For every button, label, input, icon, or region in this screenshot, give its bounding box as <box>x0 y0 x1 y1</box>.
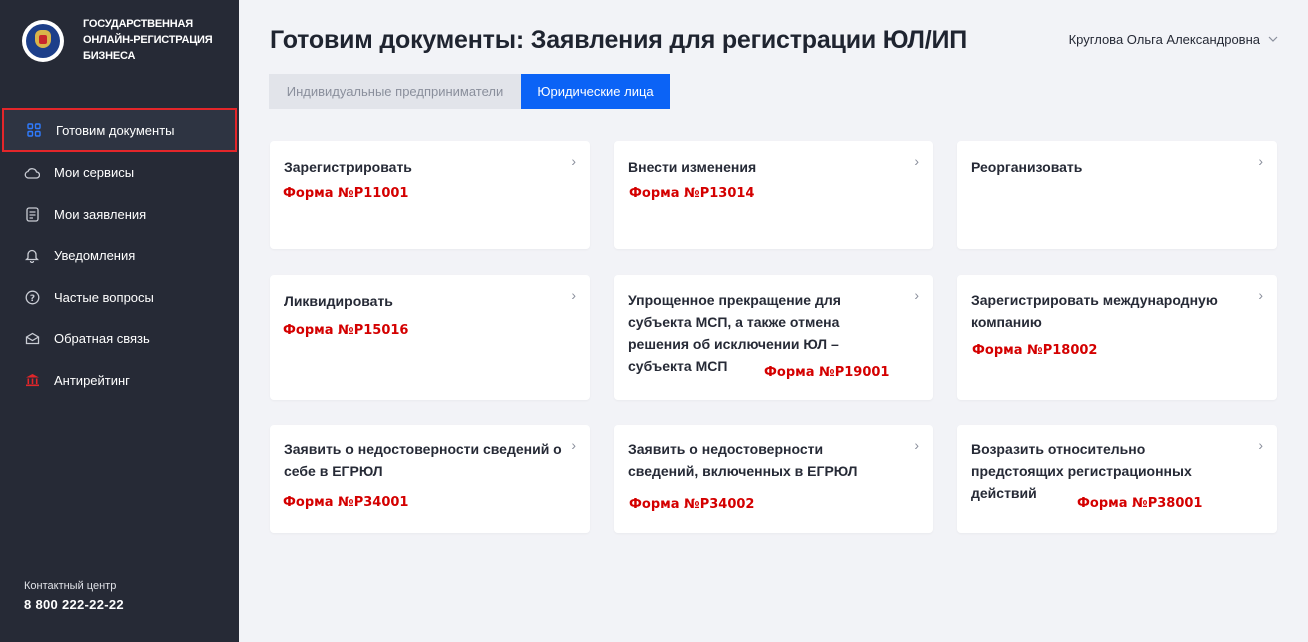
logo-text: ГОСУДАРСТВЕННАЯ ОНЛАЙН-РЕГИСТРАЦИЯ БИЗНЕ… <box>83 16 213 64</box>
card-form-number: Форма №Р38001 <box>1077 496 1203 511</box>
page-title: Готовим документы: Заявления для регистр… <box>270 26 968 54</box>
sidebar-item-label: Уведомления <box>54 248 136 264</box>
chevron-right-icon: › <box>1258 287 1263 303</box>
card-form-number: Форма №Р19001 <box>764 365 890 380</box>
card-simplified-termination[interactable]: Упрощенное прекращение для субъекта МСП,… <box>614 275 933 400</box>
entity-type-tabs: Индивидуальные предприниматели Юридическ… <box>269 74 670 109</box>
card-title: Заявить о недостоверности сведений о себ… <box>284 441 562 479</box>
user-name: Круглова Ольга Александровна <box>1068 32 1260 47</box>
logo-line-1: ГОСУДАРСТВЕННАЯ <box>83 18 193 30</box>
sidebar-nav: Готовим документы Мои сервисы Мои заявле… <box>0 108 239 401</box>
card-title: Возразить относительно предстоящих регис… <box>971 441 1192 501</box>
contact-label: Контактный центр <box>24 580 117 592</box>
sidebar: ГОСУДАРСТВЕННАЯ ОНЛАЙН-РЕГИСТРАЦИЯ БИЗНЕ… <box>0 0 239 642</box>
envelope-icon <box>24 331 40 347</box>
chevron-right-icon: › <box>914 287 919 303</box>
user-menu[interactable]: Круглова Ольга Александровна <box>1069 32 1278 47</box>
cloud-icon <box>24 165 40 181</box>
chevron-right-icon: › <box>1258 437 1263 453</box>
card-title: Заявить о недостоверности сведений, вклю… <box>628 441 858 479</box>
card-make-changes[interactable]: Внести изменения › Форма №Р13014 <box>614 141 933 249</box>
emblem-icon <box>22 20 64 62</box>
card-title: Упрощенное прекращение для субъекта МСП,… <box>628 292 841 374</box>
chevron-right-icon: › <box>1258 153 1263 169</box>
sidebar-item-label: Готовим документы <box>56 122 175 138</box>
chevron-right-icon: › <box>571 287 576 303</box>
card-register-international[interactable]: Зарегистрировать международную компанию … <box>957 275 1277 400</box>
sidebar-item-faq[interactable]: ? Частые вопросы <box>0 277 239 319</box>
tab-legal-entities[interactable]: Юридические лица <box>521 74 670 109</box>
sidebar-item-antirating[interactable]: Антирейтинг <box>0 360 239 402</box>
grid-icon <box>26 122 42 138</box>
logo-line-2: ОНЛАЙН-РЕГИСТРАЦИЯ <box>83 34 213 46</box>
card-form-number: Форма №Р13014 <box>629 186 755 201</box>
card-title: Зарегистрировать <box>284 159 412 175</box>
sidebar-item-label: Обратная связь <box>54 331 150 347</box>
svg-text:?: ? <box>29 294 34 304</box>
sidebar-item-label: Мои сервисы <box>54 165 135 181</box>
card-form-number: Форма №Р34002 <box>629 497 755 512</box>
card-form-number: Форма №Р18002 <box>972 343 1098 358</box>
sidebar-item-prepare-documents[interactable]: Готовим документы <box>2 108 237 152</box>
contact-center: Контактный центр 8 800 222-22-22 <box>24 580 124 612</box>
logo[interactable]: ГОСУДАРСТВЕННАЯ ОНЛАЙН-РЕГИСТРАЦИЯ БИЗНЕ… <box>22 16 213 64</box>
card-unreliability-egrul[interactable]: Заявить о недостоверности сведений, вклю… <box>614 425 933 533</box>
card-register[interactable]: Зарегистрировать › Форма №Р11001 <box>270 141 590 249</box>
card-title: Зарегистрировать международную компанию <box>971 292 1218 330</box>
logo-line-3: БИЗНЕСА <box>83 50 136 62</box>
card-form-number: Форма №Р11001 <box>283 186 409 201</box>
sidebar-item-label: Мои заявления <box>54 206 147 222</box>
sidebar-item-label: Антирейтинг <box>54 372 130 388</box>
sidebar-item-my-applications[interactable]: Мои заявления <box>0 194 239 236</box>
tab-individual-entrepreneurs[interactable]: Индивидуальные предприниматели <box>269 74 521 109</box>
card-title: Внести изменения <box>628 159 757 175</box>
sidebar-item-label: Частые вопросы <box>54 289 154 305</box>
card-unreliability-self[interactable]: Заявить о недостоверности сведений о себ… <box>270 425 590 533</box>
chevron-right-icon: › <box>571 437 576 453</box>
chevron-down-icon <box>1268 34 1278 45</box>
sidebar-item-my-services[interactable]: Мои сервисы <box>0 152 239 194</box>
card-form-number: Форма №Р15016 <box>283 323 409 338</box>
contact-phone[interactable]: 8 800 222-22-22 <box>24 597 124 612</box>
chevron-right-icon: › <box>914 153 919 169</box>
bank-icon <box>24 372 40 388</box>
sidebar-item-notifications[interactable]: Уведомления <box>0 235 239 277</box>
card-liquidate[interactable]: Ликвидировать › Форма №Р15016 <box>270 275 590 400</box>
card-title: Реорганизовать <box>971 159 1083 175</box>
card-title: Ликвидировать <box>284 293 393 309</box>
document-icon <box>24 206 40 222</box>
chevron-right-icon: › <box>914 437 919 453</box>
card-reorganize[interactable]: Реорганизовать › <box>957 141 1277 249</box>
card-object-registration[interactable]: Возразить относительно предстоящих регис… <box>957 425 1277 533</box>
chevron-right-icon: › <box>571 153 576 169</box>
sidebar-item-feedback[interactable]: Обратная связь <box>0 318 239 360</box>
bell-icon <box>24 248 40 264</box>
question-icon: ? <box>24 289 40 305</box>
card-form-number: Форма №Р34001 <box>283 495 409 510</box>
